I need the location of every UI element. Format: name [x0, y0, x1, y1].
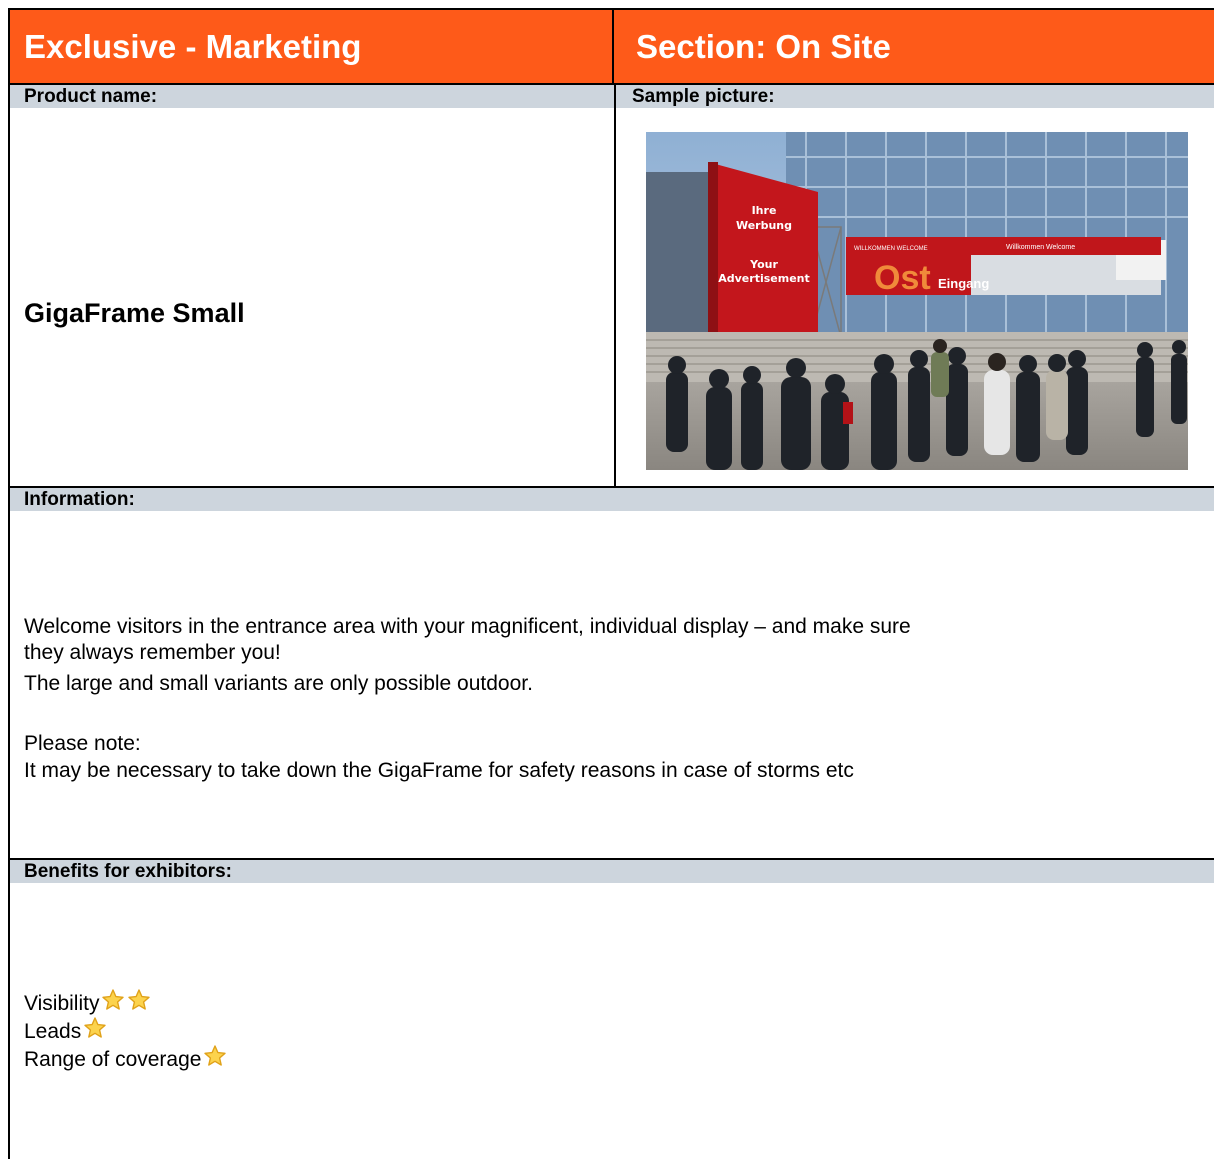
marketing-sheet: Exclusive - Marketing Section: On Site P… [8, 8, 1214, 1159]
star-icon [127, 988, 151, 1012]
banner-line-3: Your [749, 258, 778, 271]
information-line-4: Please note: [24, 732, 141, 755]
information-line-2: they always remember you! [24, 641, 281, 664]
benefit-stars [99, 988, 151, 1019]
sample-picture-label: Sample picture: [616, 85, 1214, 108]
star-icon [203, 1044, 227, 1068]
product-name-label: Product name: [10, 85, 614, 108]
information-label: Information: [10, 488, 1214, 511]
benefit-stars [81, 1016, 107, 1047]
column-divider [614, 85, 616, 486]
sample-picture: WILLKOMMEN WELCOME Willkommen Welcome Os… [646, 132, 1188, 470]
information-line-3: The large and small variants are only po… [24, 672, 533, 695]
benefit-label: Visibility [24, 991, 100, 1015]
star-icon [83, 1016, 107, 1040]
benefit-label: Range of coverage [24, 1047, 202, 1071]
benefits-label: Benefits for exhibitors: [10, 860, 1214, 883]
banner-line-4: Advertisement [718, 272, 810, 285]
benefits-block: Benefits for exhibitors: Visibility Lead… [10, 860, 1214, 1161]
welcome-left-text: WILLKOMMEN WELCOME [854, 246, 928, 252]
benefit-stars [201, 1044, 227, 1075]
banner-line-2: Werbung [736, 219, 792, 232]
banner-line-1: Ihre [752, 204, 777, 217]
header-row: Exclusive - Marketing Section: On Site [10, 10, 1214, 85]
benefit-label: Leads [24, 1019, 82, 1043]
information-line-5: It may be necessary to take down the Gig… [24, 759, 854, 782]
information-block: Information: Welcome visitors in the ent… [10, 488, 1214, 860]
header-title-left: Exclusive - Marketing [10, 10, 614, 83]
header-title-right: Section: On Site [636, 27, 891, 65]
information-line-1: Welcome visitors in the entrance area wi… [24, 615, 911, 638]
benefit-range-of-coverage: Range of coverage [24, 1044, 227, 1075]
benefit-visibility: Visibility [24, 988, 151, 1019]
benefit-leads: Leads [24, 1016, 107, 1047]
star-icon [101, 988, 125, 1012]
product-block: Product name: Sample picture: GigaFrame … [10, 85, 1214, 488]
product-name: GigaFrame Small [24, 298, 245, 328]
entrance-sign-text: Eingang [938, 276, 989, 291]
ost-sign-text: Ost [874, 259, 931, 297]
welcome-right-text: Willkommen Welcome [1006, 244, 1075, 251]
